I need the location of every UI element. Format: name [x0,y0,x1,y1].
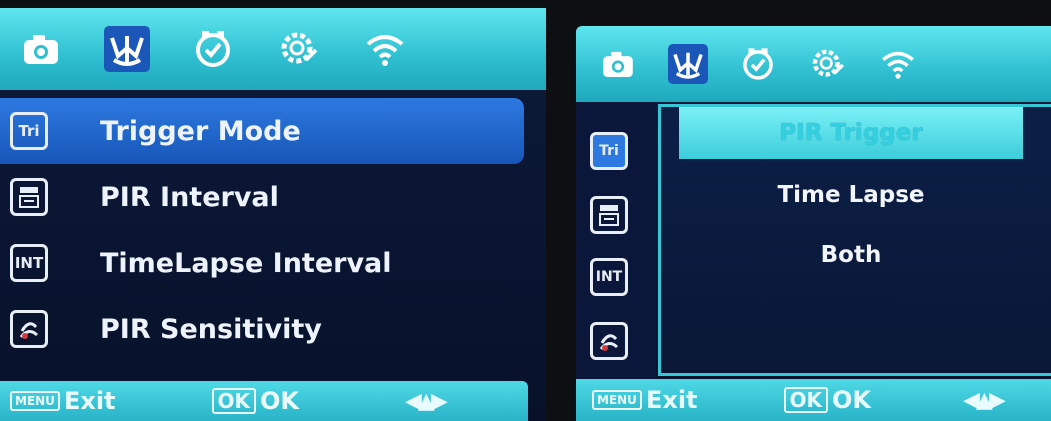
trigger-settings-icon[interactable] [668,44,708,84]
pir-sensitivity-icon [10,310,48,348]
pir-interval-icon [10,178,48,216]
pir-interval-icon [590,196,628,234]
option-pir-trigger[interactable]: PIR Trigger [679,107,1023,159]
menu-item-label: Trigger Mode [100,115,301,147]
exit-hint[interactable]: Exit [64,387,116,415]
menu-item-label: PIR Interval [100,181,279,213]
top-icon-bar [576,26,1051,102]
camera-icon[interactable] [598,44,638,84]
clock-icon[interactable] [190,26,236,72]
bottom-hint-bar: MENU Exit OK OK ◀▲▶ [576,379,1051,421]
camera-icon[interactable] [18,26,64,72]
trigger-mode-submenu-screen: Tri INT PIR Trigger Time Lapse Both MENU… [576,26,1051,421]
menu-key-tag: MENU [10,391,60,411]
menu-item-label: PIR Sensitivity [100,313,322,345]
side-icon-column: Tri INT [576,102,656,379]
ok-key-tag: OK [211,388,257,414]
exit-hint[interactable]: Exit [646,386,698,414]
pir-sensitivity-icon [590,322,628,360]
ok-hint[interactable]: OK [832,386,871,414]
option-time-lapse[interactable]: Time Lapse [679,169,1023,221]
menu-item-trigger-mode[interactable]: Tri Trigger Mode [0,98,524,164]
gear-icon[interactable] [276,26,322,72]
top-icon-bar [0,8,546,90]
trigger-mode-icon: Tri [590,132,628,170]
navigation-arrows-icon: ◀▲▶ [405,388,448,414]
timelapse-interval-icon: INT [590,258,628,296]
wifi-icon[interactable] [362,26,408,72]
settings-menu: Tri Trigger Mode PIR Interval INT TimeLa… [0,98,546,362]
menu-key-tag: MENU [592,390,642,410]
bottom-hint-bar: MENU Exit OK OK ◀▲▶ [0,381,528,421]
ok-key-tag: OK [783,387,829,413]
main-menu-screen: Tri Trigger Mode PIR Interval INT TimeLa… [0,8,546,421]
menu-item-pir-sensitivity[interactable]: PIR Sensitivity [0,296,546,362]
trigger-mode-options: PIR Trigger Time Lapse Both [658,104,1051,376]
wifi-icon[interactable] [878,44,918,84]
trigger-mode-icon: Tri [10,112,48,150]
navigation-arrows-icon: ◀▲▶ [963,387,1006,413]
clock-icon[interactable] [738,44,778,84]
timelapse-interval-icon: INT [10,244,48,282]
menu-item-pir-interval[interactable]: PIR Interval [0,164,546,230]
menu-item-timelapse-interval[interactable]: INT TimeLapse Interval [0,230,546,296]
option-both[interactable]: Both [679,229,1023,281]
trigger-settings-icon[interactable] [104,26,150,72]
ok-hint[interactable]: OK [260,387,299,415]
menu-item-label: TimeLapse Interval [100,247,392,279]
gear-icon[interactable] [808,44,848,84]
